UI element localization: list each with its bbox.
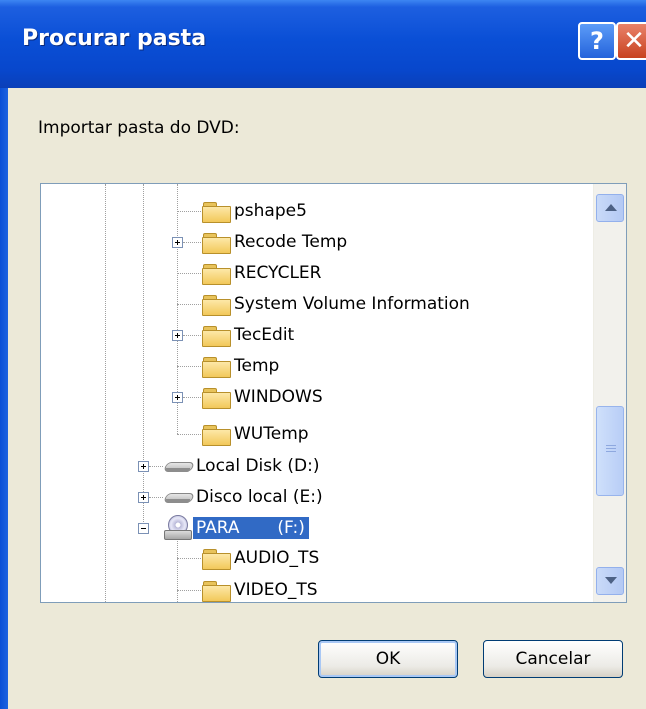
vertical-scrollbar[interactable] bbox=[593, 184, 626, 602]
scrollbar-thumb[interactable] bbox=[596, 406, 624, 496]
hard-drive-icon bbox=[163, 485, 195, 509]
tree-item-label: WUTemp bbox=[234, 424, 309, 444]
folder-icon bbox=[201, 292, 231, 316]
tree-item-label: WINDOWS bbox=[234, 387, 323, 407]
title-bar[interactable]: Procurar pasta ? ✕ bbox=[0, 0, 646, 88]
tree-line bbox=[177, 211, 201, 212]
tree-item-label: TecEdit bbox=[234, 325, 295, 345]
folder-icon bbox=[201, 323, 231, 347]
tree-item-recycler[interactable]: RECYCLER bbox=[201, 258, 325, 288]
dvd-drive-icon bbox=[163, 515, 193, 541]
folder-icon bbox=[201, 578, 231, 602]
ok-button[interactable]: OK bbox=[318, 640, 458, 678]
cancel-button[interactable]: Cancelar bbox=[483, 640, 623, 678]
tree-item-local-disk-d[interactable]: Local Disk (D:) bbox=[163, 451, 323, 481]
tree-item-pshape5[interactable]: pshape5 bbox=[201, 196, 311, 226]
tree-item-label: System Volume Information bbox=[234, 294, 470, 314]
tree-item-label: VIDEO_TS bbox=[234, 580, 318, 600]
tree-line bbox=[149, 466, 163, 467]
folder-icon bbox=[201, 385, 231, 409]
tree-line bbox=[177, 590, 201, 591]
tree-content: pshape5 Recode Temp RECYCLER System Volu… bbox=[41, 184, 595, 602]
help-icon: ? bbox=[590, 27, 604, 55]
dialog-prompt: Importar pasta do DVD: bbox=[38, 118, 240, 138]
folder-icon bbox=[201, 230, 231, 254]
tree-line bbox=[143, 184, 144, 524]
tree-item-label: pshape5 bbox=[234, 201, 307, 221]
tree-item-label: RECYCLER bbox=[234, 263, 322, 283]
tree-item-label: Recode Temp bbox=[234, 232, 348, 252]
tree-item-wutemp[interactable]: WUTemp bbox=[201, 419, 313, 449]
tree-item-windows[interactable]: WINDOWS bbox=[201, 382, 327, 412]
expand-local-disk-d-icon[interactable] bbox=[138, 461, 149, 472]
tree-item-para-f[interactable]: PARA (F:) bbox=[163, 513, 309, 543]
folder-icon bbox=[201, 354, 231, 378]
tree-item-label: PARA (F:) bbox=[193, 517, 309, 539]
tree-item-tecedit[interactable]: TecEdit bbox=[201, 320, 298, 350]
tree-line bbox=[177, 366, 201, 367]
close-button[interactable]: ✕ bbox=[616, 22, 646, 60]
folder-icon bbox=[201, 199, 231, 223]
scroll-up-button[interactable] bbox=[596, 194, 624, 222]
tree-item-label: Disco local (E:) bbox=[196, 487, 323, 507]
folder-icon bbox=[201, 422, 231, 446]
scroll-down-button[interactable] bbox=[596, 567, 624, 595]
window-title: Procurar pasta bbox=[22, 26, 207, 51]
tree-item-video-ts[interactable]: VIDEO_TS bbox=[201, 575, 322, 602]
tree-line bbox=[183, 242, 201, 243]
expand-disco-local-e-icon[interactable] bbox=[138, 492, 149, 503]
help-button[interactable]: ? bbox=[578, 22, 616, 60]
collapse-para-f-icon[interactable] bbox=[138, 523, 149, 534]
browse-folder-dialog: Procurar pasta ? ✕ Importar pasta do DVD… bbox=[0, 0, 646, 709]
tree-line bbox=[183, 397, 201, 398]
chevron-down-icon bbox=[605, 577, 617, 584]
folder-icon bbox=[201, 261, 231, 285]
tree-item-label: AUDIO_TS bbox=[234, 548, 320, 568]
tree-line bbox=[177, 304, 201, 305]
tree-item-label: Temp bbox=[234, 356, 280, 376]
tree-item-recode-temp[interactable]: Recode Temp bbox=[201, 227, 351, 257]
tree-line bbox=[177, 273, 201, 274]
expand-tecedit-icon[interactable] bbox=[172, 330, 183, 341]
folder-tree[interactable]: pshape5 Recode Temp RECYCLER System Volu… bbox=[40, 183, 627, 603]
window-border bbox=[0, 88, 8, 709]
tree-item-label: Local Disk (D:) bbox=[196, 456, 320, 476]
close-icon: ✕ bbox=[623, 26, 645, 56]
expand-recode-temp-icon[interactable] bbox=[172, 237, 183, 248]
hard-drive-icon bbox=[163, 454, 195, 478]
grip-icon bbox=[606, 445, 616, 453]
tree-item-audio-ts[interactable]: AUDIO_TS bbox=[201, 543, 323, 573]
tree-line bbox=[105, 184, 106, 602]
tree-line bbox=[177, 434, 201, 435]
folder-icon bbox=[201, 546, 231, 570]
tree-line bbox=[149, 497, 163, 498]
chevron-up-icon bbox=[605, 204, 617, 211]
expand-windows-icon[interactable] bbox=[172, 392, 183, 403]
tree-item-system-volume-information[interactable]: System Volume Information bbox=[201, 289, 474, 319]
tree-item-temp[interactable]: Temp bbox=[201, 351, 283, 381]
tree-line bbox=[177, 558, 201, 559]
tree-line bbox=[183, 335, 201, 336]
tree-item-disco-local-e[interactable]: Disco local (E:) bbox=[163, 482, 327, 512]
tree-line bbox=[177, 539, 178, 602]
